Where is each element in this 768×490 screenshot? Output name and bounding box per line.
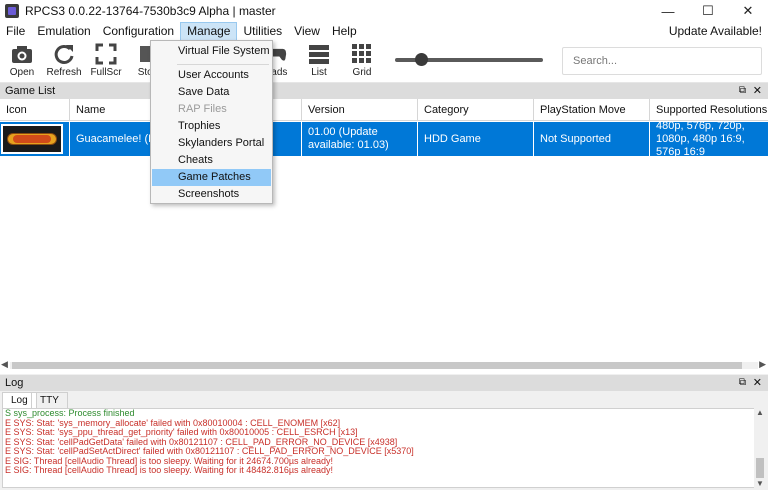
open-button[interactable]: Open: [0, 43, 44, 81]
maximize-button[interactable]: ☐: [688, 0, 728, 22]
float-panel-icon[interactable]: ⧉: [739, 83, 746, 99]
menu-item-rap-files: RAP Files: [178, 103, 227, 115]
menu-emulation[interactable]: Emulation: [31, 22, 96, 41]
header-icon[interactable]: Icon: [0, 99, 70, 121]
close-window-button[interactable]: ✕: [728, 0, 768, 22]
fullscreen-label: FullScr: [90, 67, 122, 78]
scroll-right-icon[interactable]: ▶: [759, 359, 766, 370]
open-icon: [11, 43, 33, 65]
window-title: RPCS3 0.0.22-13764-7530b3c9 Alpha | mast…: [25, 4, 276, 18]
list-label: List: [311, 67, 327, 78]
fullscreen-icon: [95, 43, 117, 65]
menu-item-game-patches[interactable]: Game Patches: [152, 169, 271, 186]
list-view-button[interactable]: List: [297, 43, 341, 81]
menu-bar: File Emulation Configuration Manage Util…: [0, 22, 768, 41]
fullscreen-button[interactable]: FullScr: [84, 43, 128, 81]
scroll-left-icon[interactable]: ◀: [1, 359, 8, 370]
close-panel-icon[interactable]: ✕: [753, 83, 762, 99]
manage-dropdown-menu: Virtual File System User Accounts Save D…: [150, 40, 273, 204]
menu-item-user-accounts[interactable]: User Accounts: [152, 67, 271, 84]
header-playstation-move[interactable]: PlayStation Move: [534, 99, 650, 121]
game-resolutions: 480p, 576p, 720p, 1080p, 480p 16:9, 576p…: [650, 120, 768, 158]
menu-item-skylanders-portal[interactable]: Skylanders Portal: [152, 135, 271, 152]
update-available-link[interactable]: Update Available!: [669, 22, 762, 41]
header-version[interactable]: Version: [302, 99, 418, 121]
menu-item-save-data[interactable]: Save Data: [152, 84, 271, 101]
grid-label: Grid: [352, 67, 372, 78]
menu-item-cheats[interactable]: Cheats: [152, 152, 271, 169]
game-cover-image: [1, 124, 63, 154]
menu-help[interactable]: Help: [326, 22, 363, 41]
grid-view-button[interactable]: Grid: [340, 43, 384, 81]
log-title: Log: [5, 377, 24, 389]
menu-utilities[interactable]: Utilities: [237, 22, 288, 41]
icon-size-slider-handle[interactable]: [415, 53, 428, 66]
scroll-down-icon[interactable]: ▼: [756, 479, 764, 488]
header-name-label: Name: [76, 104, 106, 116]
menu-manage[interactable]: Manage: [180, 22, 238, 41]
log-line: E SIG: Thread [cellAudio Thread] is too …: [5, 465, 334, 475]
table-header: Icon Name⌃ Version Category PlayStation …: [0, 99, 768, 121]
minimize-button[interactable]: —: [648, 0, 688, 22]
game-list-panel-title: Game List ⧉ ✕: [0, 83, 768, 99]
log-tab-bar: Log TTY: [0, 391, 768, 408]
float-log-panel-icon[interactable]: ⧉: [739, 375, 746, 391]
menu-separator: [177, 64, 269, 65]
scrollbar-thumb[interactable]: [12, 362, 742, 369]
game-list-title: Game List: [5, 85, 56, 97]
menu-view[interactable]: View: [288, 22, 326, 41]
game-playstation-move: Not Supported: [534, 122, 650, 156]
log-vertical-scrollbar[interactable]: ▲ ▼: [754, 408, 766, 488]
title-bar: RPCS3 0.0.22-13764-7530b3c9 Alpha | mast…: [0, 0, 768, 22]
search-input[interactable]: [562, 47, 762, 75]
refresh-icon: [53, 43, 75, 65]
game-list-table: Icon Name⌃ Version Category PlayStation …: [0, 99, 768, 374]
log-output[interactable]: S sys_process: Process finished E SYS: S…: [2, 408, 764, 488]
header-supported-resolutions[interactable]: Supported Resolutions: [650, 99, 768, 121]
horizontal-scrollbar[interactable]: ◀ ▶: [0, 359, 768, 371]
tab-tty[interactable]: TTY: [31, 392, 68, 408]
menu-file[interactable]: File: [0, 22, 31, 41]
close-log-panel-icon[interactable]: ✕: [753, 375, 762, 391]
game-version: 01.00 (Update available: 01.03): [302, 122, 418, 156]
refresh-label: Refresh: [46, 67, 82, 78]
window-controls: — ☐ ✕: [648, 0, 768, 22]
grid-icon: [351, 43, 373, 65]
scroll-up-icon[interactable]: ▲: [756, 408, 764, 417]
log-scrollbar-thumb[interactable]: [756, 458, 764, 478]
menu-configuration[interactable]: Configuration: [97, 22, 180, 41]
menu-item-trophies[interactable]: Trophies: [152, 118, 271, 135]
header-category[interactable]: Category: [418, 99, 534, 121]
menu-item-virtual-file-system[interactable]: Virtual File System: [152, 43, 271, 60]
menu-item-screenshots[interactable]: Screenshots: [152, 186, 271, 203]
log-panel-title: Log ⧉ ✕: [0, 375, 768, 391]
game-category: HDD Game: [418, 122, 534, 156]
rpcs3-app-icon: [5, 4, 19, 18]
table-row[interactable]: Guacamelee! (PlayStation Demo) 01.00 (Up…: [0, 120, 768, 158]
open-label: Open: [9, 67, 35, 78]
game-icon-cell: [0, 122, 70, 156]
refresh-button[interactable]: Refresh: [42, 43, 86, 81]
list-icon: [308, 43, 330, 65]
